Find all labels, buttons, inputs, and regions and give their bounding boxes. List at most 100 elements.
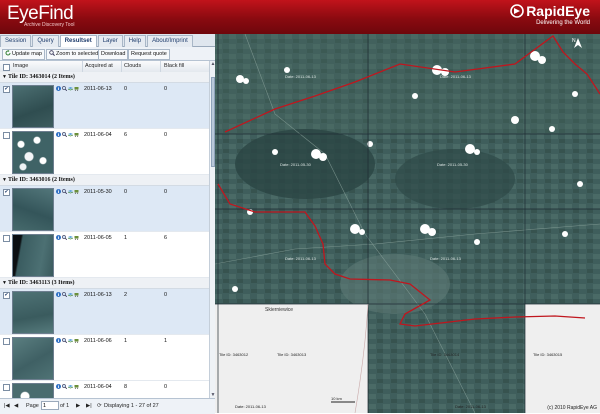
cart-icon[interactable] [74, 384, 79, 389]
thumbnail-image[interactable] [12, 291, 54, 334]
page-input[interactable] [41, 401, 59, 410]
info-icon[interactable] [56, 384, 61, 389]
tile-group-header[interactable]: ▼Tile ID: 3463016 (2 Items) [0, 175, 209, 186]
row-checkbox[interactable]: ✔ [3, 292, 10, 299]
collapse-triangle-icon[interactable]: ▼ [2, 176, 7, 186]
thumbnail-image[interactable] [12, 188, 54, 231]
date-label: Date: 2011-05-30 [280, 162, 311, 167]
tab-session[interactable]: Session [0, 35, 32, 47]
app-subtitle: Archive Discovery Tool [24, 22, 75, 28]
collapse-triangle-icon[interactable]: ▼ [2, 279, 7, 289]
cart-icon[interactable] [74, 86, 79, 91]
brand-name: RapidEye [526, 3, 590, 19]
table-row[interactable]: ✔ 2011-05-30 0 0 [0, 186, 209, 232]
zoom-icon[interactable] [62, 338, 68, 344]
clouds-value: 8 [124, 384, 128, 390]
tab-query[interactable]: Query [32, 35, 59, 47]
black-fill-value: 0 [164, 189, 168, 195]
zoom-icon[interactable] [62, 384, 68, 390]
row-checkbox[interactable] [3, 384, 10, 391]
thumbnail-image[interactable] [12, 85, 54, 128]
table-row[interactable]: ✔ 2011-06-13 2 0 [0, 289, 209, 335]
layer-icon[interactable] [67, 132, 74, 137]
cart-icon[interactable] [74, 132, 79, 137]
info-icon[interactable] [56, 132, 61, 137]
cart-icon[interactable] [74, 338, 79, 343]
layer-icon[interactable] [67, 292, 74, 297]
download-button[interactable]: Download [98, 49, 129, 60]
zoom-icon[interactable] [62, 132, 68, 138]
imagery-band [215, 34, 600, 134]
tab-resultset[interactable]: Resultset [59, 35, 97, 47]
row-action-icons [56, 235, 80, 242]
rapideye-logo-icon [510, 4, 524, 18]
row-checkbox[interactable] [3, 338, 10, 345]
row-action-icons [56, 292, 80, 299]
layer-icon[interactable] [67, 189, 74, 194]
prev-page-icon[interactable]: ◀ [14, 403, 18, 409]
row-checkbox[interactable] [3, 235, 10, 242]
column-image[interactable]: Image [13, 63, 28, 69]
collapse-triangle-icon[interactable]: ▼ [2, 73, 7, 83]
zoom-icon[interactable] [62, 86, 68, 92]
column-clouds[interactable]: Clouds [124, 63, 141, 69]
layer-icon[interactable] [67, 384, 74, 389]
tab-help[interactable]: Help [123, 35, 147, 47]
row-action-icons [56, 86, 80, 93]
column-black-fill[interactable]: Black fill [164, 63, 184, 69]
acquired-date: 2011-06-04 [84, 384, 112, 390]
tab-layer[interactable]: Layer [97, 35, 123, 47]
tile-id-label: Tile ID: 3463014 [430, 352, 460, 357]
info-icon[interactable] [56, 292, 61, 297]
map-copyright: (c) 2010 RapidEye AG [547, 405, 597, 411]
layer-icon[interactable] [67, 235, 74, 240]
date-label: Date: 2011-06-13 [285, 256, 316, 261]
download-label: Download [101, 51, 126, 57]
map-view[interactable]: N Skierniewice 10 km Tile ID: 3463012 Ti… [215, 34, 600, 413]
info-icon[interactable] [56, 189, 61, 194]
zoom-icon[interactable] [62, 189, 68, 195]
info-icon[interactable] [56, 86, 61, 91]
info-icon[interactable] [56, 235, 61, 240]
thumbnail-image[interactable] [12, 383, 54, 398]
thumbnail-image[interactable] [12, 131, 54, 174]
tab-about-imprint[interactable]: About/Imprint [147, 35, 193, 47]
table-row[interactable]: 2011-06-04 6 0 [0, 129, 209, 175]
request-quote-button[interactable]: Request quote [128, 49, 170, 60]
table-row[interactable]: 2011-06-04 8 0 [0, 381, 209, 398]
column-acquired[interactable]: Acquired at [85, 63, 113, 69]
table-row[interactable]: 2011-06-06 1 1 [0, 335, 209, 381]
thumbnail-image[interactable] [12, 337, 54, 380]
row-checkbox[interactable] [3, 132, 10, 139]
last-page-icon[interactable]: ▶| [86, 403, 92, 409]
north-label: N [572, 38, 576, 44]
update-map-button[interactable]: Update map [2, 49, 45, 60]
app-header: EyeFind Archive Discovery Tool RapidEye … [0, 0, 600, 34]
zoom-to-selected-label: Zoom to selected [56, 51, 99, 57]
acquired-date: 2011-06-13 [84, 86, 112, 92]
next-page-icon[interactable]: ▶ [76, 403, 80, 409]
table-row[interactable]: ✔ 2011-06-13 0 0 [0, 83, 209, 129]
layer-icon[interactable] [67, 338, 74, 343]
zoom-to-selected-button[interactable]: Zoom to selected [46, 49, 102, 60]
thumbnail-image[interactable] [12, 234, 54, 277]
row-checkbox[interactable]: ✔ [3, 189, 10, 196]
layer-icon[interactable] [67, 86, 74, 91]
table-row[interactable]: 2011-06-05 1 6 [0, 232, 209, 278]
info-icon[interactable] [56, 338, 61, 343]
row-checkbox[interactable]: ✔ [3, 86, 10, 93]
cart-icon[interactable] [74, 292, 79, 297]
refresh-page-icon[interactable]: ⟳ [97, 403, 102, 409]
first-page-icon[interactable]: |◀ [4, 403, 10, 409]
cart-icon[interactable] [74, 235, 79, 240]
clouds-value: 1 [124, 235, 128, 241]
magnifier-icon [49, 50, 55, 56]
date-label: Date: 2011-06-13 [440, 74, 471, 79]
zoom-icon[interactable] [62, 292, 68, 298]
cart-icon[interactable] [74, 189, 79, 194]
select-all-checkbox[interactable] [3, 64, 10, 71]
tile-group-header[interactable]: ▼Tile ID: 3463014 (2 Items) [0, 72, 209, 83]
date-label: Date: 2011-06-13 [455, 404, 486, 409]
zoom-icon[interactable] [62, 235, 68, 241]
tile-group-header[interactable]: ▼Tile ID: 3463113 (3 Items) [0, 278, 209, 289]
